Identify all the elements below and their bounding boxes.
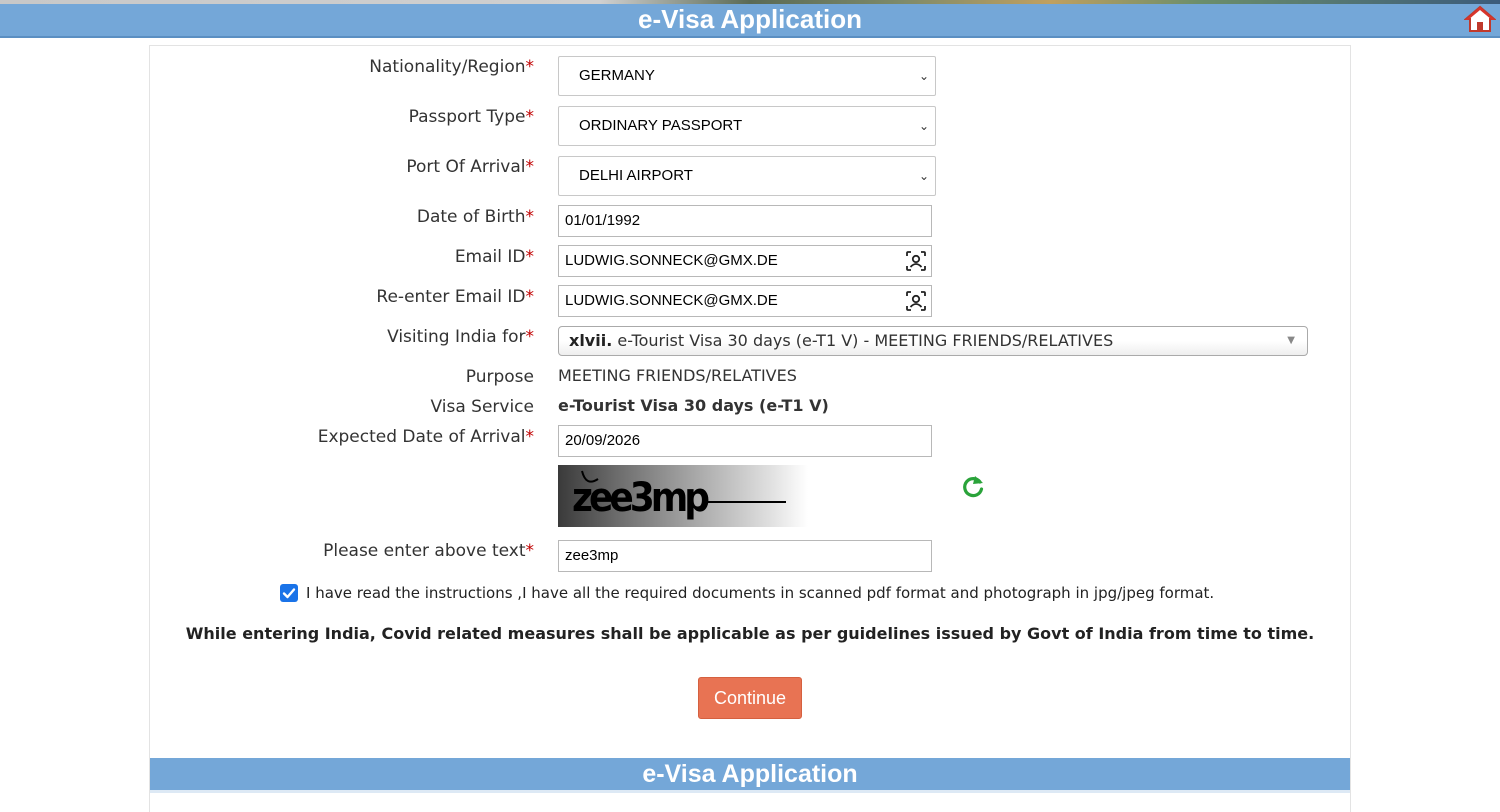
contact-icon[interactable] [905, 290, 927, 312]
contact-icon[interactable] [905, 250, 927, 272]
date-of-birth-input[interactable]: 01/01/1992 [558, 205, 932, 237]
footer-header: e-Visa Application [150, 758, 1350, 793]
chevron-down-icon: ⌄ [918, 169, 929, 183]
chevron-down-icon: ⌄ [918, 69, 929, 83]
email-input[interactable]: LUDWIG.SONNECK@GMX.DE [558, 245, 932, 277]
footer-title: e-Visa Application [642, 760, 858, 788]
visiting-for-select[interactable]: xlvii. e-Tourist Visa 30 days (e-T1 V) -… [558, 326, 1308, 356]
captcha-image: zee3mp [558, 465, 808, 527]
purpose-label: Purpose [465, 367, 534, 387]
captcha-input-label: Please enter above text* [323, 541, 534, 561]
captcha-input[interactable]: zee3mp [558, 540, 932, 572]
nationality-select[interactable]: GERMANY ⌄ [558, 56, 936, 96]
arrival-date-label: Expected Date of Arrival* [317, 427, 534, 447]
port-of-arrival-label: Port Of Arrival* [406, 157, 534, 177]
passport-type-select[interactable]: ORDINARY PASSPORT ⌄ [558, 106, 936, 146]
arrival-date-input[interactable]: 20/09/2026 [558, 425, 932, 457]
page-title: e-Visa Application [638, 4, 862, 34]
refresh-icon[interactable] [958, 472, 988, 502]
dropdown-arrow-icon: ▼ [1287, 335, 1295, 346]
checkmark-icon [282, 588, 296, 599]
email-label: Email ID* [454, 247, 534, 267]
instructions-text: I have read the instructions ,I have all… [306, 584, 1215, 602]
covid-notice: While entering India, Covid related meas… [185, 624, 1315, 643]
home-icon[interactable] [1464, 5, 1496, 33]
visa-service-label: Visa Service [430, 397, 535, 417]
chevron-down-icon: ⌄ [918, 119, 929, 133]
port-of-arrival-select[interactable]: DELHI AIRPORT ⌄ [558, 156, 936, 196]
email-confirm-input[interactable]: LUDWIG.SONNECK@GMX.DE [558, 285, 932, 317]
instructions-agreement: I have read the instructions ,I have all… [280, 583, 1280, 605]
captcha-image-text: zee3mp [572, 475, 709, 521]
visiting-for-label: Visiting India for* [387, 327, 534, 347]
visa-service-value: e-Tourist Visa 30 days (e-T1 V) [558, 396, 829, 415]
continue-button[interactable]: Continue [698, 677, 802, 719]
purpose-value: MEETING FRIENDS/RELATIVES [558, 366, 797, 385]
passport-type-label: Passport Type* [408, 107, 534, 127]
page-header: e-Visa Application [0, 4, 1500, 38]
date-of-birth-label: Date of Birth* [416, 207, 534, 227]
email-confirm-label: Re-enter Email ID* [376, 287, 534, 307]
nationality-label: Nationality/Region* [369, 57, 534, 77]
instructions-checkbox[interactable] [280, 584, 298, 602]
application-form: Nationality/Region* GERMANY ⌄ Passport T… [149, 45, 1351, 812]
